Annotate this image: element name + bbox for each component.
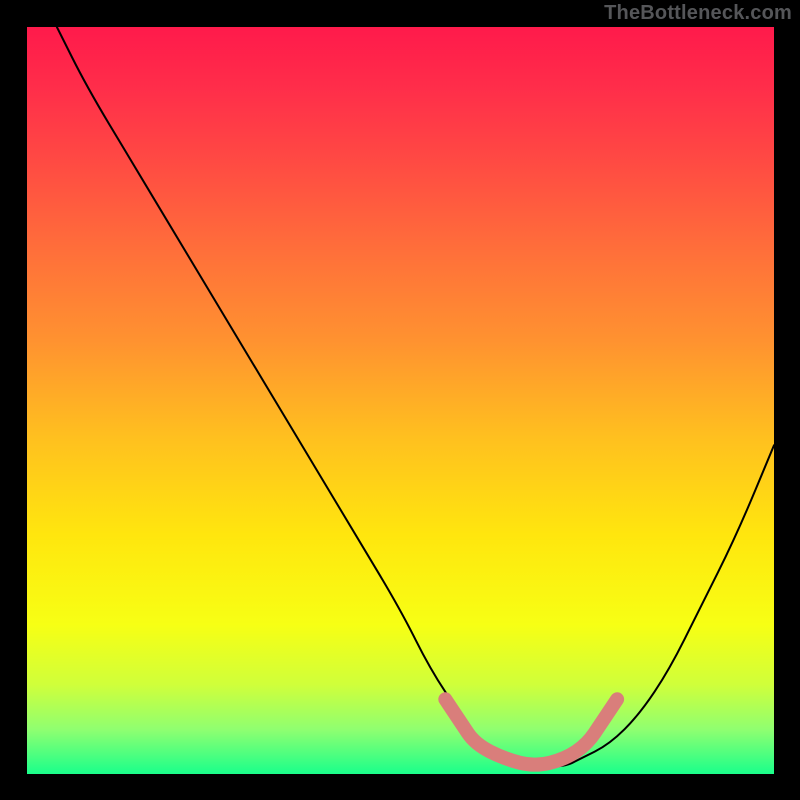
heatmap-background [27, 27, 774, 774]
watermark-text: TheBottleneck.com [604, 2, 792, 25]
bottleneck-plot [0, 0, 800, 800]
